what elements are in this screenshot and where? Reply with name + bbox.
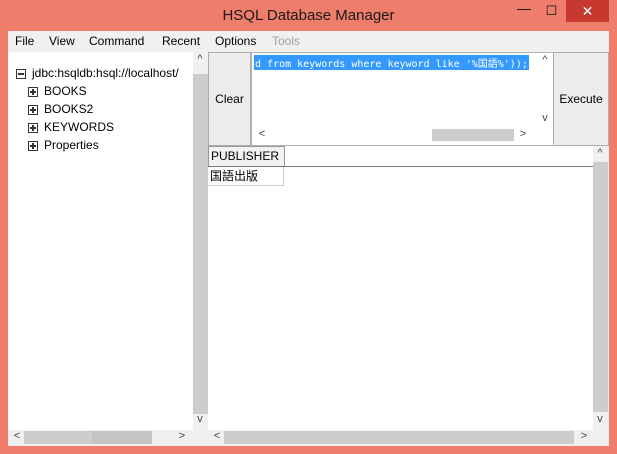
tree-node-properties[interactable]: Properties [28,138,99,152]
title-bar[interactable]: HSQL Database Manager — ☐ ✕ [0,0,617,31]
client-area: File View Command Recent Options Tools j… [8,31,609,446]
scroll-left-arrow-icon[interactable]: < [255,128,269,140]
collapse-icon[interactable] [16,68,26,79]
tree-node-label: KEYWORDS [44,120,115,134]
clear-button[interactable]: Clear [208,52,251,146]
scroll-right-arrow-icon[interactable]: > [516,128,530,140]
menu-bar: File View Command Recent Options Tools [8,31,609,51]
scroll-up-arrow-icon[interactable]: ^ [193,53,207,65]
tree-node-label: Properties [44,138,99,152]
app-window: HSQL Database Manager — ☐ ✕ File View Co… [0,0,617,454]
scroll-down-arrow-icon[interactable]: v [593,413,607,425]
schema-tree[interactable]: jdbc:hsqldb:hsql://localhost/ BOOKS BOOK… [8,52,193,441]
tree-root-label: jdbc:hsqldb:hsql://localhost/ [32,66,179,80]
menu-recent[interactable]: Recent [162,34,200,48]
scrollbar-thumb[interactable] [92,431,152,444]
results-horizontal-scrollbar[interactable]: < > [208,430,593,445]
menu-command[interactable]: Command [89,34,144,48]
results-vertical-scrollbar[interactable]: ^ v [593,146,608,430]
tree-horizontal-scrollbar[interactable]: < > [8,430,193,445]
scroll-down-arrow-icon[interactable]: v [193,413,207,425]
scroll-up-arrow-icon[interactable]: ^ [538,54,552,66]
scrollbar-thumb[interactable] [593,162,608,412]
menu-options[interactable]: Options [215,34,256,48]
expand-icon[interactable] [28,104,38,115]
tree-node-books2[interactable]: BOOKS2 [28,102,93,116]
scroll-left-arrow-icon[interactable]: < [210,430,224,442]
menu-file[interactable]: File [15,34,34,48]
maximize-button[interactable]: ☐ [538,0,565,22]
sql-query-text[interactable]: d from keywords where keyword like '%国語%… [254,55,529,70]
scroll-right-arrow-icon[interactable]: > [577,430,591,442]
sql-query-input[interactable]: d from keywords where keyword like '%国語%… [251,52,555,146]
column-header-publisher[interactable]: PUBLISHER [208,146,285,167]
scroll-left-arrow-icon[interactable]: < [10,430,24,442]
tree-node-label: BOOKS [44,84,87,98]
scrollbar-thumb[interactable] [224,431,574,444]
close-button[interactable]: ✕ [566,0,609,22]
menu-tools[interactable]: Tools [272,34,300,48]
tree-node-keywords[interactable]: KEYWORDS [28,120,114,134]
scroll-down-arrow-icon[interactable]: v [538,112,552,124]
table-cell[interactable]: 国語出版 [208,167,284,186]
execute-button[interactable]: Execute [553,52,609,146]
expand-icon[interactable] [28,122,38,133]
menu-view[interactable]: View [49,34,75,48]
scrollbar-thumb[interactable] [432,129,514,141]
tree-root-node[interactable]: jdbc:hsqldb:hsql://localhost/ [16,66,179,80]
scroll-right-arrow-icon[interactable]: > [175,430,189,442]
results-table[interactable]: PUBLISHER 国語出版 [208,146,594,431]
tree-node-label: BOOKS2 [44,102,94,116]
expand-icon[interactable] [28,140,38,151]
scroll-up-arrow-icon[interactable]: ^ [593,147,607,159]
tree-vertical-scrollbar[interactable]: ^ v [193,52,208,430]
expand-icon[interactable] [28,86,38,97]
scrollbar-thumb[interactable] [193,74,208,414]
tree-node-books[interactable]: BOOKS [28,84,87,98]
scrollbar-thumb[interactable] [24,431,92,444]
minimize-button[interactable]: — [511,0,537,22]
